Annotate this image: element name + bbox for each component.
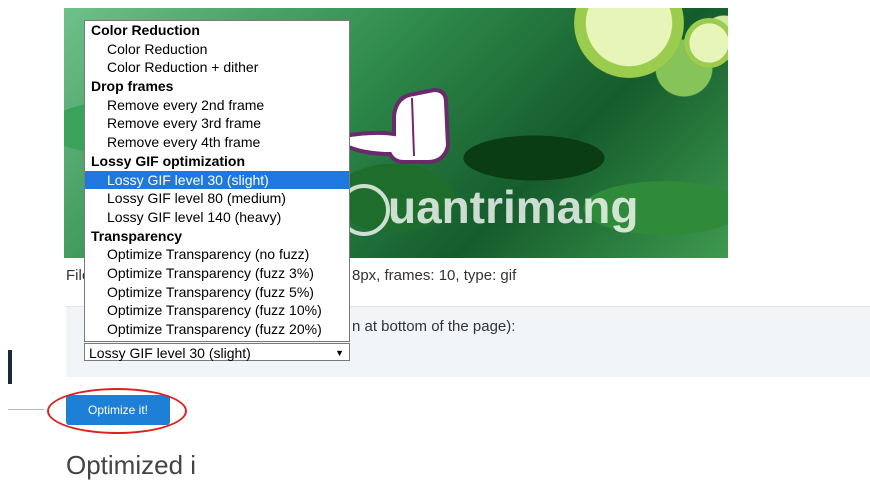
option-transparency-fuzz-3[interactable]: Optimize Transparency (fuzz 3%) — [85, 264, 349, 283]
option-transparency-fuzz-10[interactable]: Optimize Transparency (fuzz 10%) — [85, 301, 349, 320]
option-transparency-fuzz-5[interactable]: Optimize Transparency (fuzz 5%) — [85, 283, 349, 302]
option-remove-2nd-frame[interactable]: Remove every 2nd frame — [85, 96, 349, 115]
watermark-text: uantrimang — [388, 181, 639, 233]
method-label: n at bottom of the page): — [352, 318, 516, 335]
option-lossy-140[interactable]: Lossy GIF level 140 (heavy) — [85, 208, 349, 227]
highlight-ring — [47, 388, 187, 434]
option-transparency-fuzz-20[interactable]: Optimize Transparency (fuzz 20%) — [85, 320, 349, 339]
divider — [8, 409, 44, 410]
option-transparency-no-fuzz[interactable]: Optimize Transparency (no fuzz) — [85, 245, 349, 264]
option-color-reduction-dither[interactable]: Color Reduction + dither — [85, 58, 349, 77]
option-lossy-30[interactable]: Lossy GIF level 30 (slight) — [85, 170, 349, 190]
file-info-details: 8px, frames: 10, type: gif — [352, 267, 517, 284]
method-dropdown-list[interactable]: Color Reduction Color Reduction Color Re… — [84, 20, 350, 342]
optgroup-transparency: Transparency — [91, 227, 183, 244]
optgroup-lossy-gif: Lossy GIF optimization — [91, 152, 246, 169]
dropdown-arrow-icon[interactable]: ▼ — [335, 344, 344, 362]
optgroup-color-reduction: Color Reduction — [91, 22, 200, 38]
option-remove-3rd-frame[interactable]: Remove every 3rd frame — [85, 114, 349, 133]
left-edge-bar — [8, 350, 12, 384]
method-select-value: Lossy GIF level 30 (slight) — [89, 345, 251, 361]
method-select[interactable]: Lossy GIF level 30 (slight) ▼ — [84, 343, 350, 361]
option-color-reduction[interactable]: Color Reduction — [85, 40, 349, 59]
option-lossy-80[interactable]: Lossy GIF level 80 (medium) — [85, 189, 349, 208]
optgroup-drop-frames: Drop frames — [91, 78, 174, 95]
option-remove-4th-frame[interactable]: Remove every 4th frame — [85, 133, 349, 152]
watermark: uantrimang — [338, 180, 638, 240]
pointing-hand-icon — [339, 87, 451, 164]
